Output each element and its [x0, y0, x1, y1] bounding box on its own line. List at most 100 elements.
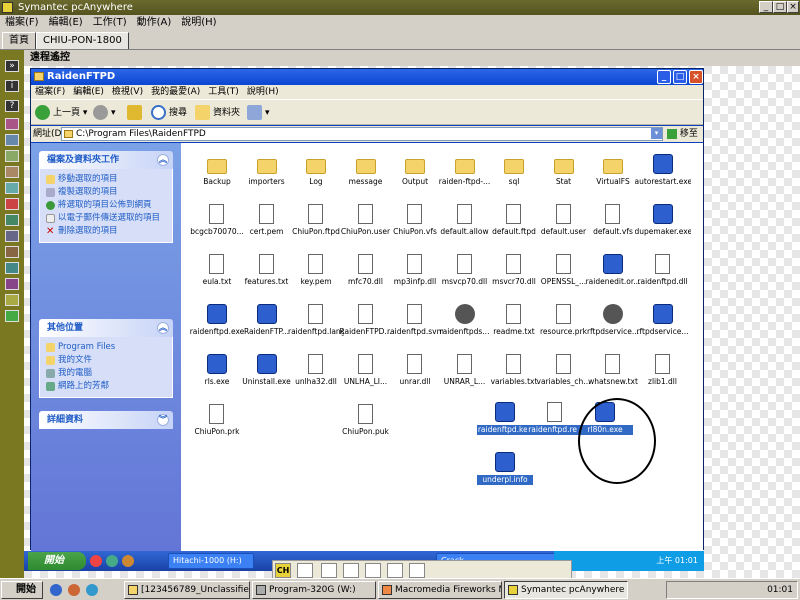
file-item[interactable]: unrar.dll [387, 351, 443, 397]
file-item[interactable]: raidenftpd.exe [189, 301, 245, 347]
side-tool-icon[interactable] [5, 214, 19, 226]
pen-icon[interactable] [387, 563, 403, 578]
side-info-icon[interactable]: i [5, 80, 19, 92]
task-email[interactable]: 以電子郵件傳送選取的項目 [46, 212, 166, 225]
address-dropdown-button[interactable]: ▾ [651, 128, 662, 139]
file-item[interactable]: bcgcb70070... [189, 201, 245, 247]
file-item[interactable]: raidenftpd.reg [527, 399, 583, 445]
host-start-button[interactable]: 開始 [1, 581, 43, 599]
file-item[interactable]: Uninstall.exe [239, 351, 295, 397]
file-item[interactable]: msvcr70.dll [486, 251, 542, 297]
file-item[interactable]: Backup [189, 151, 245, 197]
details-header[interactable]: 詳細資料 ︾ [39, 411, 173, 429]
file-item[interactable]: ChiuPon.prk [189, 401, 245, 447]
file-item[interactable]: default.allow [437, 201, 493, 247]
task-move[interactable]: 移動選取的項目 [46, 173, 166, 186]
file-item[interactable]: zlib1.dll [635, 351, 691, 397]
file-item[interactable]: key.pem [288, 251, 344, 297]
side-tool-icon[interactable] [5, 294, 19, 306]
file-item[interactable]: features.txt [239, 251, 295, 297]
quicklaunch-icon[interactable] [90, 555, 102, 567]
remote-start-button[interactable]: 開始 [28, 552, 86, 570]
file-item[interactable]: unlha32.dll [288, 351, 344, 397]
menu-file[interactable]: 檔案(F) [0, 15, 44, 30]
collapse-icon[interactable]: ︽ [157, 322, 169, 334]
host-task-folder[interactable]: [123456789_Unclassified... [124, 581, 250, 599]
side-tool-icon[interactable] [5, 230, 19, 242]
file-tasks-header[interactable]: 檔案及資料夾工作 ︽ [39, 151, 173, 169]
host-task-drive[interactable]: Program-320G (W:) [252, 581, 376, 599]
address-input[interactable]: C:\Program Files\RaidenFTPD [61, 127, 663, 141]
side-tool-icon[interactable] [5, 150, 19, 162]
file-item[interactable]: raidenftpd.dll [635, 251, 691, 297]
close-button[interactable]: × [787, 1, 799, 13]
place-program-files[interactable]: Program Files [46, 341, 166, 354]
up-folder-button[interactable] [127, 104, 145, 122]
expand-icon[interactable]: ︾ [157, 414, 169, 426]
file-item[interactable]: UNLHA_LI... [338, 351, 394, 397]
folders-button[interactable]: 資料夾 [195, 104, 240, 122]
file-item[interactable]: sql [486, 151, 542, 197]
file-item[interactable]: resource.prk [536, 301, 592, 347]
file-item[interactable]: whatsnew.txt [585, 351, 641, 397]
search-button[interactable]: 搜尋 [151, 104, 187, 122]
maximize-button[interactable]: □ [773, 1, 787, 13]
file-item[interactable]: rftpdservice... [585, 301, 641, 347]
file-item[interactable]: ChiuPon.ftpd [288, 201, 344, 247]
file-item[interactable]: raidenftpds... [437, 301, 493, 347]
file-item[interactable]: raidenedit.or... [585, 251, 641, 297]
side-tool-icon[interactable] [5, 262, 19, 274]
menu-edit[interactable]: 編輯(E) [44, 15, 88, 30]
side-tool-icon[interactable] [5, 198, 19, 210]
file-item[interactable]: ChiuPon.puk [338, 401, 394, 447]
file-item[interactable]: rftpdservice... [635, 301, 691, 347]
task-copy[interactable]: 複製選取的項目 [46, 186, 166, 199]
file-item[interactable]: cert.pem [239, 201, 295, 247]
explorer-minimize-button[interactable]: _ [657, 70, 671, 84]
explorer-menu-edit[interactable]: 編輯(E) [69, 85, 108, 99]
file-item[interactable]: importers [239, 151, 295, 197]
file-item[interactable]: mfc70.dll [338, 251, 394, 297]
file-item[interactable]: dupemaker.exe [635, 201, 691, 247]
file-item[interactable]: raidenftpd.key [477, 399, 533, 445]
file-item[interactable]: default.vfs [585, 201, 641, 247]
views-button[interactable]: ▾ [247, 104, 270, 122]
explorer-maximize-button[interactable]: □ [673, 70, 687, 84]
quicklaunch-icon[interactable] [86, 584, 98, 596]
file-item[interactable]: raidenftpd.lang [288, 301, 344, 347]
quicklaunch-icon[interactable] [106, 555, 118, 567]
explorer-menu-favorites[interactable]: 我的最愛(A) [147, 85, 204, 99]
menu-help[interactable]: 說明(H) [176, 15, 221, 30]
file-item[interactable]: RaidenFTPD... [338, 301, 394, 347]
file-item[interactable]: message [338, 151, 394, 197]
file-item[interactable]: rls.exe [189, 351, 245, 397]
file-item[interactable]: raiden-ftpd-... [437, 151, 493, 197]
side-tool-icon[interactable] [5, 134, 19, 146]
explorer-menu-view[interactable]: 檢視(V) [108, 85, 147, 99]
file-item[interactable]: mp3infp.dll [387, 251, 443, 297]
forward-button[interactable]: ▾ [93, 104, 116, 122]
explorer-close-button[interactable]: × [689, 70, 703, 84]
tab-home[interactable]: 首頁 [2, 32, 36, 49]
side-tool-icon[interactable] [5, 166, 19, 178]
task-delete[interactable]: ✕ 刪除選取的項目 [46, 225, 166, 238]
explorer-menu-tools[interactable]: 工具(T) [204, 85, 243, 99]
side-tool-icon[interactable] [5, 278, 19, 290]
file-item[interactable]: variables.txt [486, 351, 542, 397]
file-item[interactable]: OPENSSL_... [536, 251, 592, 297]
place-my-computer[interactable]: 我的電腦 [46, 367, 166, 380]
file-item[interactable]: RaidenFTP... [239, 301, 295, 347]
file-item[interactable]: ChiuPon.vfs [387, 201, 443, 247]
file-item[interactable]: ChiuPon.user [338, 201, 394, 247]
quicklaunch-icon[interactable] [122, 555, 134, 567]
side-tool-icon[interactable] [5, 118, 19, 130]
file-item[interactable]: readme.txt [486, 301, 542, 347]
pen-icon[interactable] [321, 563, 337, 578]
host-task-pcanywhere[interactable]: Symantec pcAnywhere [504, 581, 628, 599]
place-my-documents[interactable]: 我的文件 [46, 354, 166, 367]
side-expand-icon[interactable]: » [5, 60, 19, 72]
lang-indicator[interactable]: CH [275, 563, 291, 578]
explorer-menu-help[interactable]: 說明(H) [243, 85, 283, 99]
file-item[interactable]: VirtualFS [585, 151, 641, 197]
task-publish[interactable]: 將選取的項目公佈到網頁 [46, 199, 166, 212]
